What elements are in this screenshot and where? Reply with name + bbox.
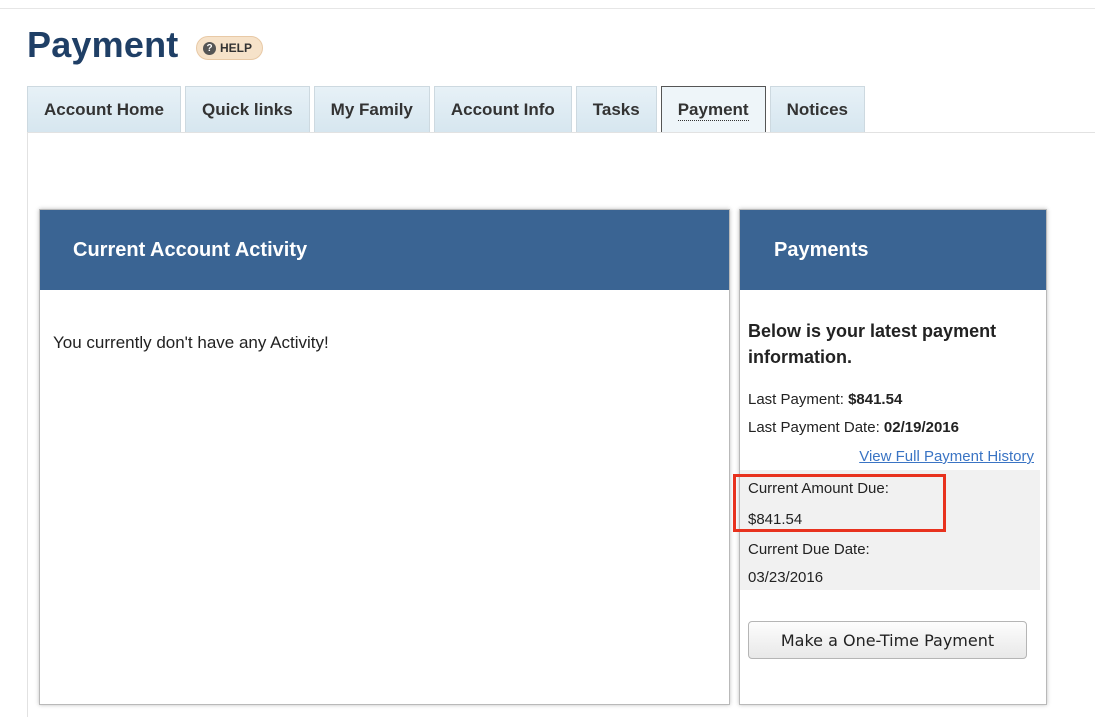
tab-label: Payment [677,99,749,121]
question-icon: ? [203,41,216,55]
tab-label: Notices [786,100,849,119]
last-payment-date-label: Last Payment Date: [748,419,880,436]
tab-label: Quick links [201,100,293,119]
payments-panel: Payments Below is your latest payment in… [739,209,1047,705]
tab-label: Account Home [44,100,164,119]
help-label: HELP [220,41,253,55]
make-payment-button[interactable]: Make a One-Time Payment [748,621,1027,659]
current-due-date-value: 03/23/2016 [748,569,824,586]
top-divider [0,8,1095,9]
tab-notices[interactable]: Notices [769,86,866,133]
last-payment-date: Last Payment Date: 02/19/2016 [748,419,959,436]
view-payment-history-link[interactable]: View Full Payment History [859,448,1034,465]
last-payment-label: Last Payment: [748,391,844,408]
last-payment-value: $841.54 [848,391,903,408]
last-payment: Last Payment: $841.54 [748,391,902,408]
current-due-date-label: Current Due Date: [748,541,870,558]
tab-label: Account Info [450,100,555,119]
activity-empty-message: You currently don't have any Activity! [53,333,329,352]
tab-quick-links[interactable]: Quick links [184,86,310,133]
tab-label: My Family [330,100,413,119]
payments-intro: Below is your latest payment information… [748,321,997,367]
payments-panel-header: Payments [740,210,1046,290]
tab-label: Tasks [592,100,640,119]
last-payment-date-value: 02/19/2016 [883,419,959,436]
tab-account-home[interactable]: Account Home [27,86,181,133]
help-button[interactable]: ? HELP [196,36,264,60]
tab-my-family[interactable]: My Family [313,86,430,133]
page-title: Payment [27,24,179,65]
tab-account-info[interactable]: Account Info [433,86,572,133]
tab-tasks[interactable]: Tasks [575,86,657,133]
tab-payment[interactable]: Payment [660,86,766,133]
activity-panel: Current Account Activity You currently d… [39,209,730,705]
activity-panel-header: Current Account Activity [40,210,729,290]
tab-bar: Account Home Quick links My Family Accou… [27,86,866,133]
amount-due-highlight [733,474,946,532]
